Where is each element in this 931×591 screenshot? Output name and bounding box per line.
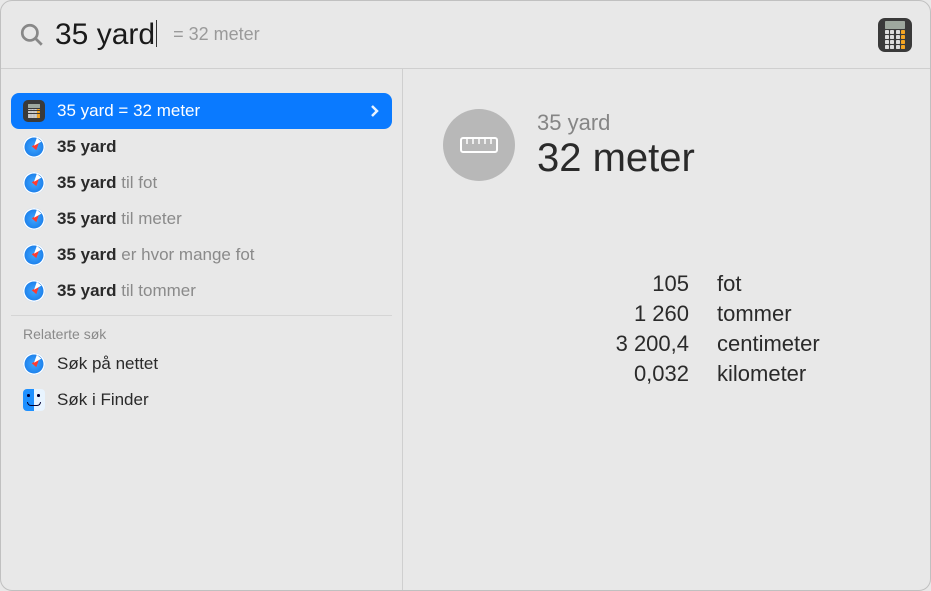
safari-icon	[23, 172, 45, 194]
safari-icon	[23, 280, 45, 302]
content-area: 35 yard = 32 meter 35 yard 35 yard til f…	[1, 69, 930, 590]
result-label: 35 yard	[57, 137, 117, 157]
result-label: 35 yard til fot	[57, 173, 157, 193]
detail-title: 32 meter	[537, 136, 695, 181]
detail-header: 35 yard 32 meter	[443, 109, 890, 181]
search-icon	[19, 22, 45, 48]
result-row-suggestion[interactable]: 35 yard til meter	[11, 201, 392, 237]
result-label: 35 yard er hvor mange fot	[57, 245, 255, 265]
conversion-value: 0,032	[523, 361, 689, 387]
search-bar: 35 yard = 32 meter	[1, 1, 930, 69]
result-row-suggestion[interactable]: 35 yard til tommer	[11, 273, 392, 309]
search-hint: = 32 meter	[173, 24, 260, 45]
conversion-unit: fot	[717, 271, 883, 297]
detail-panel: 35 yard 32 meter 105 fot 1 260 tommer 3 …	[403, 69, 930, 590]
calculator-icon	[23, 100, 45, 122]
safari-icon	[23, 353, 45, 375]
calculator-app-icon[interactable]	[878, 18, 912, 52]
safari-icon	[23, 208, 45, 230]
detail-subtitle: 35 yard	[537, 110, 695, 136]
conversion-unit: kilometer	[717, 361, 883, 387]
conversion-unit: centimeter	[717, 331, 883, 357]
result-row-suggestion[interactable]: 35 yard til fot	[11, 165, 392, 201]
finder-icon	[23, 389, 45, 411]
conversion-value: 105	[523, 271, 689, 297]
result-label: 35 yard = 32 meter	[57, 101, 200, 121]
result-row-suggestion[interactable]: 35 yard	[11, 129, 392, 165]
related-search-web[interactable]: Søk på nettet	[11, 346, 392, 382]
result-row-conversion[interactable]: 35 yard = 32 meter	[11, 93, 392, 129]
result-label: Søk i Finder	[57, 390, 149, 410]
conversion-value: 3 200,4	[523, 331, 689, 357]
result-label: 35 yard til tommer	[57, 281, 196, 301]
text-cursor	[156, 20, 158, 47]
detail-titles: 35 yard 32 meter	[537, 110, 695, 181]
safari-icon	[23, 244, 45, 266]
ruler-icon	[443, 109, 515, 181]
related-search-header: Relaterte søk	[11, 315, 392, 346]
results-sidebar: 35 yard = 32 meter 35 yard 35 yard til f…	[1, 69, 403, 590]
related-search-finder[interactable]: Søk i Finder	[11, 382, 392, 418]
result-label: Søk på nettet	[57, 354, 158, 374]
conversion-value: 1 260	[523, 301, 689, 327]
search-input[interactable]: 35 yard	[55, 18, 155, 52]
result-label: 35 yard til meter	[57, 209, 182, 229]
conversion-unit: tommer	[717, 301, 883, 327]
search-query-text: 35 yard	[55, 18, 155, 51]
safari-icon	[23, 136, 45, 158]
result-row-suggestion[interactable]: 35 yard er hvor mange fot	[11, 237, 392, 273]
conversion-table: 105 fot 1 260 tommer 3 200,4 centimeter …	[523, 271, 883, 387]
chevron-right-icon	[370, 104, 380, 118]
